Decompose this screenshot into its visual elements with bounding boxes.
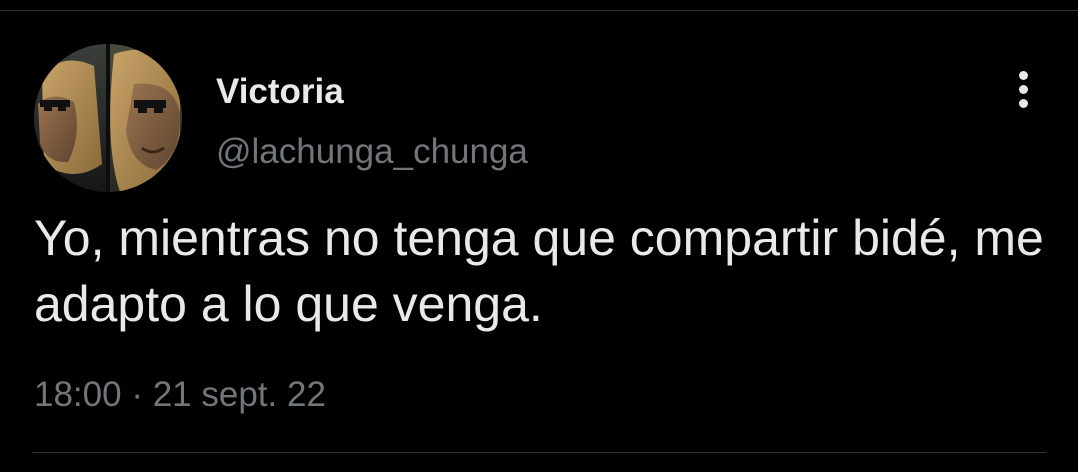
tweet-text: Yo, mientras no tenga que compartir bidé… xyxy=(34,210,1044,332)
tweet-time: 18:00 xyxy=(34,375,122,414)
tweet-date: 21 sept. 22 xyxy=(152,375,326,414)
display-name[interactable]: Victoria xyxy=(216,70,344,114)
bottom-divider xyxy=(32,452,1046,453)
avatar-image xyxy=(34,44,182,192)
more-options-button[interactable] xyxy=(1006,68,1042,112)
tweet-timestamp[interactable]: 18:00 · 21 sept. 22 xyxy=(34,373,326,417)
avatar[interactable] xyxy=(34,44,182,192)
meta-separator: · xyxy=(131,375,143,414)
username-handle[interactable]: @lachunga_chunga xyxy=(216,130,528,174)
top-divider xyxy=(0,10,1078,11)
